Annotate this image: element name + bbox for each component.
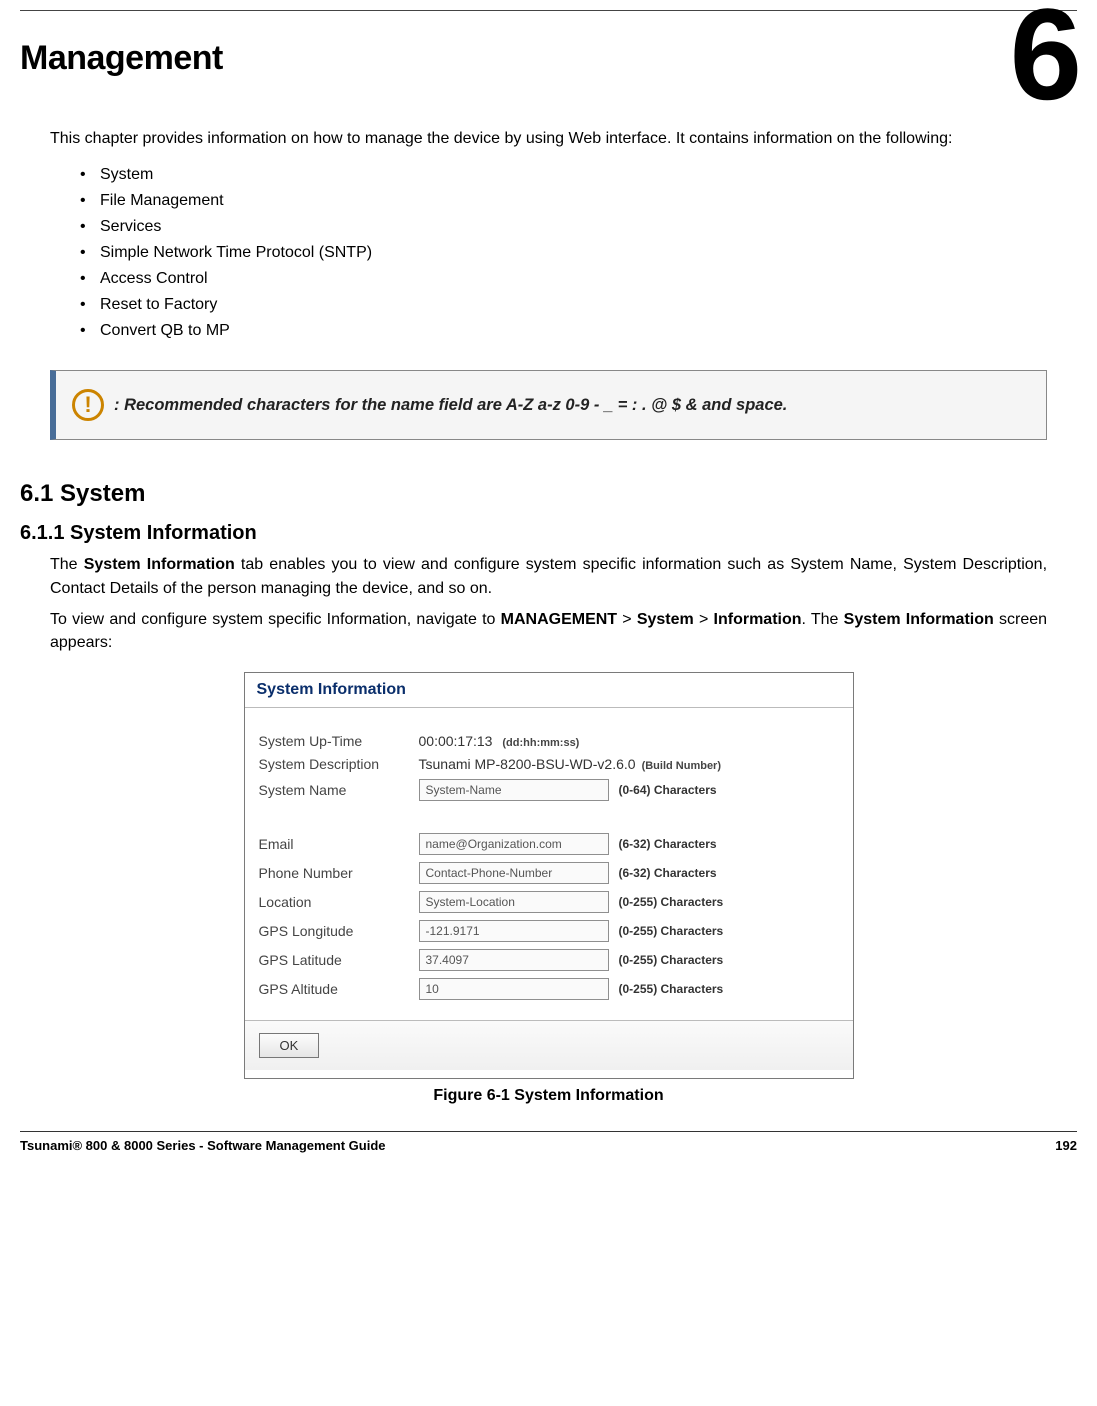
uptime-label: System Up-Time: [259, 733, 419, 749]
longitude-hint: (0-255) Characters: [619, 924, 724, 938]
toc-item-label: System: [100, 166, 153, 183]
altitude-label: GPS Altitude: [259, 981, 419, 997]
longitude-label: GPS Longitude: [259, 923, 419, 939]
phone-hint: (6-32) Characters: [619, 866, 717, 880]
ok-button[interactable]: OK: [259, 1033, 320, 1058]
toc-item-label: Convert QB to MP: [100, 322, 230, 339]
phone-input[interactable]: [419, 862, 609, 884]
list-item: •Convert QB to MP: [80, 322, 1077, 340]
latitude-hint: (0-255) Characters: [619, 953, 724, 967]
figure-caption: Figure 6-1 System Information: [20, 1087, 1077, 1105]
paragraph-2: To view and configure system specific In…: [50, 608, 1047, 654]
row-latitude: GPS Latitude (0-255) Characters: [259, 949, 839, 971]
location-hint: (0-255) Characters: [619, 895, 724, 909]
toc-item-label: Access Control: [100, 270, 208, 287]
footer-left: Tsunami® 800 & 8000 Series - Software Ma…: [20, 1138, 386, 1153]
list-item: •Services: [80, 218, 1077, 236]
row-phone: Phone Number (6-32) Characters: [259, 862, 839, 884]
uptime-suffix: (dd:hh:mm:ss): [502, 737, 579, 749]
page-number: 192: [1055, 1138, 1077, 1153]
page-footer: Tsunami® 800 & 8000 Series - Software Ma…: [20, 1131, 1077, 1153]
topic-list: •System •File Management •Services •Simp…: [80, 166, 1077, 340]
location-input[interactable]: [419, 891, 609, 913]
toc-item-label: Services: [100, 218, 161, 235]
latitude-input[interactable]: [419, 949, 609, 971]
section-heading: 6.1 System: [20, 480, 1077, 508]
intro-text: This chapter provides information on how…: [50, 128, 1067, 150]
system-name-hint: (0-64) Characters: [619, 783, 717, 797]
page-title: Management: [20, 39, 1077, 78]
row-altitude: GPS Altitude (0-255) Characters: [259, 978, 839, 1000]
row-longitude: GPS Longitude (0-255) Characters: [259, 920, 839, 942]
row-email: Email (6-32) Characters: [259, 833, 839, 855]
location-label: Location: [259, 894, 419, 910]
chapter-number: 6: [1010, 0, 1077, 113]
uptime-value: 00:00:17:13: [419, 733, 493, 749]
list-item: •Reset to Factory: [80, 296, 1077, 314]
list-item: •System: [80, 166, 1077, 184]
description-suffix: (Build Number): [642, 760, 721, 772]
subsection-heading: 6.1.1 System Information: [20, 522, 1077, 545]
list-item: •Access Control: [80, 270, 1077, 288]
email-input[interactable]: [419, 833, 609, 855]
email-label: Email: [259, 836, 419, 852]
paragraph-1: The System Information tab enables you t…: [50, 553, 1047, 599]
altitude-input[interactable]: [419, 978, 609, 1000]
list-item: •File Management: [80, 192, 1077, 210]
list-item: •Simple Network Time Protocol (SNTP): [80, 244, 1077, 262]
toc-item-label: Reset to Factory: [100, 296, 217, 313]
longitude-input[interactable]: [419, 920, 609, 942]
phone-label: Phone Number: [259, 865, 419, 881]
system-name-label: System Name: [259, 782, 419, 798]
description-value: Tsunami MP-8200-BSU-WD-v2.6.0: [419, 756, 636, 772]
panel-title: System Information: [245, 673, 853, 708]
row-location: Location (0-255) Characters: [259, 891, 839, 913]
toc-item-label: File Management: [100, 192, 224, 209]
note-text: : Recommended characters for the name fi…: [114, 396, 787, 415]
email-hint: (6-32) Characters: [619, 837, 717, 851]
description-label: System Description: [259, 756, 419, 772]
system-name-input[interactable]: [419, 779, 609, 801]
row-uptime: System Up-Time 00:00:17:13 (dd:hh:mm:ss): [259, 733, 839, 749]
altitude-hint: (0-255) Characters: [619, 982, 724, 996]
toc-item-label: Simple Network Time Protocol (SNTP): [100, 244, 372, 261]
note-callout: : Recommended characters for the name fi…: [50, 370, 1047, 440]
latitude-label: GPS Latitude: [259, 952, 419, 968]
row-description: System Description Tsunami MP-8200-BSU-W…: [259, 756, 839, 772]
warning-icon: [72, 389, 104, 421]
row-system-name: System Name (0-64) Characters: [259, 779, 839, 801]
system-information-screenshot: System Information System Up-Time 00:00:…: [244, 672, 854, 1079]
